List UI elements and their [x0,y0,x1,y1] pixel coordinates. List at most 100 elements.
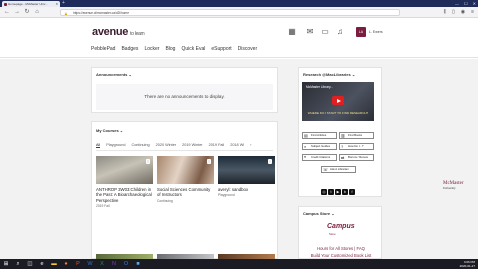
page-content: Announcements ⌄ There are no announcemen… [0,59,478,262]
research-title[interactable]: Research @MacLibraries ⌄ [303,72,355,77]
how-do-i-button[interactable]: ? How Do I...? [339,143,374,150]
pin-icon[interactable]: ⋮ [146,159,150,164]
nav-badges[interactable]: Badges [121,46,138,52]
windows-taskbar: ⊞ ⌕ ◫ e ▬ ● P W X N O ■ 4:06 PM 2020-01-… [0,259,478,269]
library-video[interactable]: McMaster Library... WHERE DO I START TO … [302,82,374,121]
campus-store-logo[interactable]: Campus [327,223,355,230]
course-image: ⋮ [157,156,214,184]
tab-playground[interactable]: Playground [106,143,125,148]
tab-2018-winter[interactable]: 2018 Wi [230,143,244,148]
campus-store-logo-sub: Store [329,232,336,236]
minimize-button[interactable]: — [455,0,459,7]
renew-icon: ⇄ [341,155,345,160]
help-icon: ? [341,144,344,149]
video-caption: WHERE DO I START TO FIND RESEARCH? [307,111,369,116]
word-icon[interactable]: W [86,260,94,268]
nav-quick-eval[interactable]: Quick Eval [181,46,205,52]
url-text: https://avenue.cllmcmaster.ca/d2l/home [73,11,129,15]
email-icon[interactable]: ✉ [305,27,315,37]
tab-2020-winter[interactable]: 2020 Winter [156,143,176,148]
avenue-logo[interactable]: avenue to learn [92,26,145,38]
course-term: 2019 Fall [96,204,110,209]
pin-icon[interactable]: ⋮ [207,159,211,164]
app-icon[interactable]: ■ [134,260,142,268]
youtube-icon[interactable]: ▶ [335,189,341,195]
booklist-link[interactable]: Build Your Customized Book List [299,253,383,258]
course-title[interactable]: ANTHROP 3W03:Children in the Past: A Bio… [96,187,153,203]
search-icon: ⌕ [304,144,307,149]
maximize-button[interactable]: ☐ [464,0,468,7]
edge-icon[interactable]: e [38,260,46,268]
course-title[interactable]: Social Sciences Community of Instructors [157,187,214,198]
course-selector-icon[interactable]: ▦ [287,27,297,37]
windows-start-icon[interactable]: ⊞ [2,260,10,268]
course-title[interactable]: averyl: sandbox [218,187,275,192]
username[interactable]: L. Ewers [369,28,383,36]
borrow-renew-button[interactable]: ⇄ Borrow / Renew [339,154,374,161]
back-icon[interactable]: ← [3,8,11,16]
task-view-icon[interactable]: ◫ [26,260,34,268]
subject-guides-button[interactable]: ⌕ Subject Guides [302,143,337,150]
tab-continuing[interactable]: Continuing [131,143,149,148]
nav-locker[interactable]: Locker [144,46,159,52]
instagram-icon[interactable]: ◎ [321,189,327,195]
home-icon[interactable]: ⌂ [33,8,41,16]
browser-toolbar: ← → ↻ ⌂ 🔒 https://avenue.cllmcmaster.ca/… [0,7,478,18]
lock-icon: 🔒 [64,12,68,16]
course-card[interactable]: ⋮ Social Sciences Community of Instructo… [157,156,214,203]
facebook-icon[interactable]: f [349,189,355,195]
play-icon[interactable] [332,96,344,105]
tab-2019-fall[interactable]: 2019 Fall [209,143,225,148]
library-icon[interactable]: ⫼ [444,8,446,16]
file-explorer-icon[interactable]: ▬ [50,260,58,268]
notification-bell-icon[interactable]: ♫ [335,27,345,37]
mcmaster-logo: McMaster University [443,181,464,190]
my-courses-widget: My Courses ⌄ All Playground Continuing 2… [91,121,278,262]
window-controls: — ☐ ✕ [455,0,476,7]
pin-icon[interactable]: ⋮ [268,159,272,164]
blog-icon[interactable]: b [342,189,348,195]
menu-icon[interactable]: ≡ [471,8,474,16]
ask-librarian-button[interactable]: ☏ Ask A Librarian [321,166,356,173]
campus-store-title[interactable]: Campus Store ⌄ [303,211,335,216]
campus-store-widget: Campus Store ⌄ Campus Store Hours for Al… [298,206,382,259]
onenote-icon[interactable]: N [110,260,118,268]
course-card[interactable]: ⋮ averyl: sandbox Playground [218,156,275,197]
sidebar-icon[interactable]: ▯ [452,8,455,16]
nav-discover[interactable]: Discover [238,46,257,52]
chevron-right-icon[interactable]: › [250,143,251,148]
new-tab-icon[interactable]: + [62,1,65,6]
course-card[interactable]: ⋮ ANTHROP 3W03:Children in the Past: A B… [96,156,153,208]
course-image: ⋮ [218,156,275,184]
quote-icon: ❝ [304,155,307,160]
announcements-title[interactable]: Announcements ⌄ [96,72,132,77]
forward-icon[interactable]: → [13,8,21,16]
research-widget: Research @MacLibraries ⌄ McMaster Librar… [298,67,382,197]
find-books-button[interactable]: ▥ Find Books [339,132,374,139]
nav-blog[interactable]: Blog [165,46,175,52]
powerpoint-icon[interactable]: P [74,260,82,268]
social-links: ◎ t ▶ b f [321,189,355,195]
tab-2019-winter[interactable]: 2019 Winter [182,143,202,148]
system-clock[interactable]: 4:06 PM 2020-01-27 [460,260,475,268]
firefox-icon[interactable]: ● [62,260,70,268]
browser-tab-strip: Homepage - McMaster Univ... ✕ + — ☐ ✕ [0,0,478,7]
twitter-icon[interactable]: t [328,189,334,195]
address-bar[interactable]: 🔒 https://avenue.cllmcmaster.ca/d2l/home [60,9,400,16]
close-window-button[interactable]: ✕ [473,0,476,7]
credit-citations-button[interactable]: ❝ Credit Citations [302,154,337,161]
message-icon[interactable]: ▭ [320,27,330,37]
nav-pebblepad[interactable]: PebblePad [91,46,115,52]
outlook-icon[interactable]: O [122,260,130,268]
tab-all[interactable]: All [96,143,101,148]
reload-icon[interactable]: ↻ [23,8,31,16]
excel-icon[interactable]: X [98,260,106,268]
articles-icon: ▤ [304,133,308,138]
nav-esupport[interactable]: eSupport [211,46,231,52]
search-icon[interactable]: ⌕ [14,260,22,268]
store-hours-link[interactable]: Hours for All Stores | FAQ [299,246,383,251]
avatar[interactable]: LA [356,27,366,37]
find-articles-button[interactable]: ▤ Find Articles [302,132,337,139]
my-courses-title[interactable]: My Courses ⌄ [96,128,123,133]
profile-icon[interactable]: ◉ [461,8,465,16]
